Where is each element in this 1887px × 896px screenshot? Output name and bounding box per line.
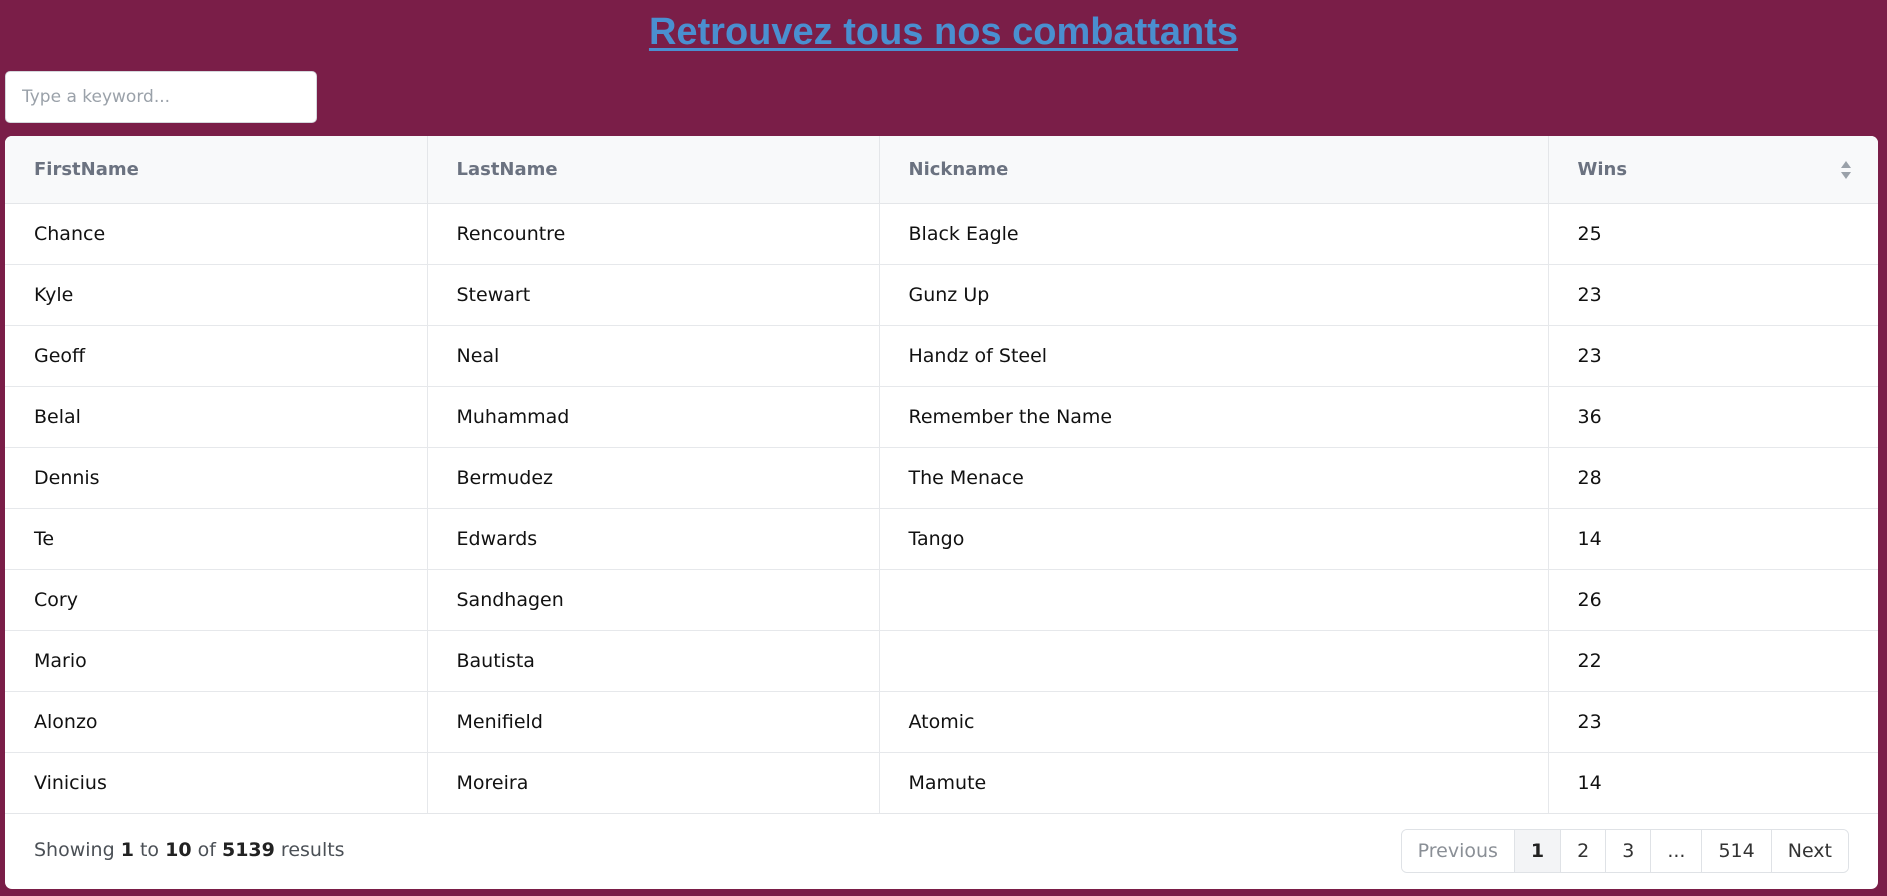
cell-lastname: Bautista [427, 630, 880, 692]
page-ellipsis: ... [1651, 830, 1703, 872]
cell-wins: 23 [1548, 264, 1878, 326]
table-row[interactable]: Geoff Neal Handz of Steel 23 [5, 325, 1878, 387]
sort-icon[interactable] [1840, 160, 1852, 180]
cell-firstname: Mario [5, 630, 428, 692]
table-row[interactable]: Alonzo Menifield Atomic 23 [5, 691, 1878, 753]
page-button-514[interactable]: 514 [1702, 830, 1772, 872]
column-header-wins[interactable]: Wins [1548, 136, 1878, 204]
search-input[interactable] [5, 71, 317, 123]
table-row[interactable]: Belal Muhammad Remember the Name 36 [5, 386, 1878, 448]
cell-wins: 22 [1548, 630, 1878, 692]
page-button-1[interactable]: 1 [1514, 830, 1562, 872]
results-from: 1 [120, 839, 134, 861]
cell-firstname: Cory [5, 569, 428, 631]
cell-nickname: Black Eagle [879, 203, 1549, 265]
table-footer: Showing 1 to 10 of 5139 results Previous… [5, 813, 1878, 889]
table-header-row: FirstName LastName Nickname Wins [5, 136, 1878, 204]
cell-wins: 14 [1548, 752, 1878, 814]
column-header-firstname[interactable]: FirstName [5, 136, 428, 204]
cell-nickname: Remember the Name [879, 386, 1549, 448]
table-header: FirstName LastName Nickname Wins [5, 136, 1878, 204]
page-title[interactable]: Retrouvez tous nos combattants [0, 8, 1887, 56]
column-header-wins-label: Wins [1577, 158, 1628, 180]
table-row[interactable]: Chance Rencountre Black Eagle 25 [5, 203, 1878, 265]
cell-lastname: Menifield [427, 691, 880, 753]
table-row[interactable]: Te Edwards Tango 14 [5, 508, 1878, 570]
table-row[interactable]: Dennis Bermudez The Menace 28 [5, 447, 1878, 509]
cell-firstname: Belal [5, 386, 428, 448]
cell-nickname: Atomic [879, 691, 1549, 753]
previous-page-button[interactable]: Previous [1401, 830, 1515, 872]
of-label: of [197, 839, 216, 861]
column-header-lastname[interactable]: LastName [427, 136, 880, 204]
to-label: to [139, 839, 160, 861]
column-header-nickname[interactable]: Nickname [879, 136, 1549, 204]
cell-wins: 36 [1548, 386, 1878, 448]
cell-wins: 23 [1548, 325, 1878, 387]
table-row[interactable]: Vinicius Moreira Mamute 14 [5, 752, 1878, 814]
cell-nickname [879, 630, 1549, 692]
cell-wins: 26 [1548, 569, 1878, 631]
cell-firstname: Geoff [5, 325, 428, 387]
cell-lastname: Neal [427, 325, 880, 387]
cell-nickname: Gunz Up [879, 264, 1549, 326]
cell-nickname: Handz of Steel [879, 325, 1549, 387]
table-row[interactable]: Kyle Stewart Gunz Up 23 [5, 264, 1878, 326]
cell-firstname: Kyle [5, 264, 428, 326]
cell-lastname: Bermudez [427, 447, 880, 509]
table-row[interactable]: Mario Bautista 22 [5, 630, 1878, 692]
cell-lastname: Moreira [427, 752, 880, 814]
fighters-table: FirstName LastName Nickname Wins Chance R… [5, 136, 1878, 814]
results-to: 10 [165, 839, 192, 861]
cell-firstname: Te [5, 508, 428, 570]
cell-lastname: Stewart [427, 264, 880, 326]
cell-lastname: Sandhagen [427, 569, 880, 631]
table-row[interactable]: Cory Sandhagen 26 [5, 569, 1878, 631]
cell-lastname: Muhammad [427, 386, 880, 448]
cell-wins: 25 [1548, 203, 1878, 265]
cell-firstname: Alonzo [5, 691, 428, 753]
page-button-2[interactable]: 2 [1561, 830, 1607, 872]
table-body: Chance Rencountre Black Eagle 25 Kyle Stewart… [5, 203, 1878, 814]
cell-nickname: Tango [879, 508, 1549, 570]
results-label: results [280, 839, 345, 861]
cell-nickname: The Menace [879, 447, 1549, 509]
cell-firstname: Dennis [5, 447, 428, 509]
cell-wins: 28 [1548, 447, 1878, 509]
cell-wins: 14 [1548, 508, 1878, 570]
results-summary: Showing 1 to 10 of 5139 results [34, 839, 345, 861]
cell-wins: 23 [1548, 691, 1878, 753]
cell-lastname: Edwards [427, 508, 880, 570]
results-total: 5139 [221, 839, 275, 861]
fighters-table-card: FirstName LastName Nickname Wins Chance R… [5, 136, 1878, 889]
showing-label: Showing [34, 839, 115, 861]
pagination: Previous 1 2 3 ... 514 Next [1400, 829, 1849, 873]
page-button-3[interactable]: 3 [1606, 830, 1652, 872]
cell-nickname: Mamute [879, 752, 1549, 814]
cell-nickname [879, 569, 1549, 631]
cell-lastname: Rencountre [427, 203, 880, 265]
cell-firstname: Chance [5, 203, 428, 265]
cell-firstname: Vinicius [5, 752, 428, 814]
next-page-button[interactable]: Next [1771, 830, 1848, 872]
